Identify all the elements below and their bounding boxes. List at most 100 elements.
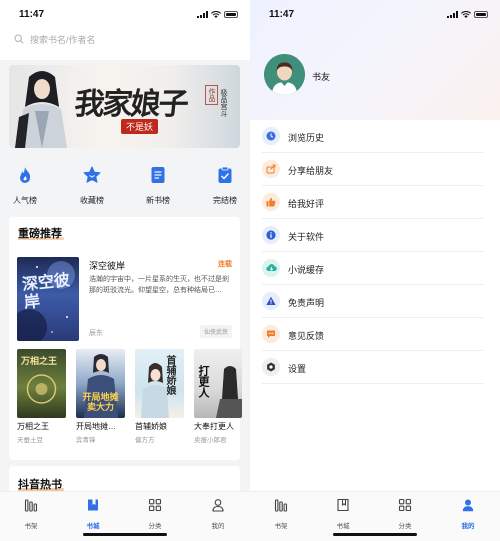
menu-item-share[interactable]: 分享给朋友 (262, 153, 484, 186)
menu-item-rate[interactable]: 给我好评 (262, 186, 484, 219)
quick-nav-new-books[interactable]: 新书榜 (138, 166, 178, 206)
tab-label: 书架 (274, 523, 288, 530)
book-cover-title: 打更人 (197, 365, 210, 398)
featured-book-title: 深空彼岸 (89, 261, 126, 271)
menu-item-cache[interactable]: 小说缓存 (262, 252, 484, 285)
featured-status-badge: 连载 (218, 261, 232, 268)
warning-icon (262, 292, 280, 310)
book-author: 偏方方 (135, 437, 155, 444)
flame-icon (20, 167, 31, 183)
thumbs-up-icon (262, 193, 280, 211)
book-cover: 万相之王 (17, 349, 66, 418)
user-icon (212, 499, 224, 512)
status-time: 11:47 (269, 9, 295, 20)
tab-bookshelf[interactable]: 书架 (11, 498, 51, 530)
share-icon (262, 160, 280, 178)
tab-bookstore[interactable]: 书城 (323, 498, 363, 530)
section-title: 抖音热书 (18, 479, 62, 491)
banner-side-text: 极品宫斗 (220, 89, 227, 117)
bottom-tab-bar: 书架 书城 分类 我的 (250, 491, 500, 541)
new-book-icon (151, 167, 165, 183)
menu-item-feedback[interactable]: 意见反馈 (262, 318, 484, 351)
menu-item-label: 小说缓存 (288, 265, 325, 275)
featured-book-genre-tag: 仙侠武侠 (199, 325, 232, 338)
tab-label: 书架 (24, 523, 38, 530)
menu-item-history[interactable]: 浏览历史 (262, 120, 484, 153)
tab-label: 分类 (148, 523, 162, 530)
menu-item-about[interactable]: 关于软件 (262, 219, 484, 252)
signal-icon (197, 11, 208, 18)
book-cover-title: 开局地摊卖大力 (82, 393, 119, 413)
home-indicator (333, 533, 417, 536)
tab-bookstore[interactable]: 书城 (73, 498, 113, 530)
avatar[interactable] (264, 54, 305, 95)
book-card[interactable]: 开局地摊卖大力 开局地摊… 弈青锋 (76, 349, 125, 444)
book-cover: 首辅娇娘 (135, 349, 184, 418)
book-title: 开局地摊… (76, 422, 116, 431)
grid-icon (148, 498, 162, 512)
tab-categories[interactable]: 分类 (385, 498, 425, 530)
tab-label: 我的 (211, 523, 225, 530)
section-title: 重磅推荐 (18, 228, 62, 240)
book-cover-title: 万相之王 (21, 357, 58, 367)
menu-item-label: 关于软件 (288, 232, 325, 242)
status-bar: 11:47 (0, 0, 250, 30)
quick-nav-label: 人气榜 (13, 196, 37, 205)
home-indicator (83, 533, 167, 536)
status-bar: 11:47 (250, 0, 500, 30)
tab-bookshelf[interactable]: 书架 (261, 498, 301, 530)
bookstore-icon (337, 498, 349, 512)
featured-cover-title: 深空彼岸 (21, 270, 71, 312)
tab-label: 分类 (398, 523, 412, 530)
book-card[interactable]: 首辅娇娘 首辅娇娘 偏方方 (135, 349, 184, 444)
bookshelf-icon (274, 499, 288, 512)
info-icon (262, 226, 280, 244)
featured-book-cover: 深空彼岸 (17, 257, 79, 341)
book-cover: 开局地摊卖大力 (76, 349, 125, 418)
bookstore-icon (88, 499, 98, 511)
promo-banner[interactable]: 我家娘子 不是妖 作品 极品宫斗 (9, 65, 240, 148)
tab-label: 书城 (336, 523, 350, 530)
status-time: 11:47 (19, 9, 45, 20)
banner-subtitle: 不是妖 (121, 119, 159, 134)
tab-label: 我的 (461, 523, 475, 530)
quick-nav-completed[interactable]: 完结榜 (205, 166, 245, 206)
book-title: 首辅娇娘 (135, 422, 167, 431)
profile-screen: 11:47 书友 浏览历史 分享给朋友 给我好评 关于软件 小说缓存 免责声明 … (250, 0, 500, 541)
book-card[interactable]: 万相之王 万相之王 天蚕土豆 (17, 349, 66, 444)
search-icon (14, 34, 24, 44)
bookshelf-icon (24, 499, 38, 512)
avatar-image (264, 54, 305, 95)
quick-nav-popular[interactable]: 人气榜 (5, 166, 45, 206)
book-author: 卖报小郎君 (194, 437, 227, 444)
banner-character-illustration (15, 71, 67, 148)
book-title: 大奉打更人 (194, 422, 234, 431)
battery-icon (224, 11, 238, 18)
menu-item-label: 浏览历史 (288, 133, 325, 143)
book-title: 万相之王 (17, 422, 49, 431)
quick-nav-label: 完结榜 (213, 196, 237, 205)
quick-nav-label: 收藏榜 (80, 196, 104, 205)
book-author: 弈青锋 (76, 437, 96, 444)
settings-icon (262, 358, 280, 376)
quick-nav-label: 新书榜 (146, 196, 170, 205)
tab-profile[interactable]: 我的 (448, 498, 488, 530)
tab-categories[interactable]: 分类 (135, 498, 175, 530)
clipboard-check-icon (218, 166, 232, 183)
battery-icon (474, 11, 488, 18)
book-grid: 万相之王 万相之王 天蚕土豆 开局地摊卖大力 开局地摊… 弈青锋 首辅娇娘 首辅… (17, 349, 242, 444)
menu-item-disclaimer[interactable]: 免责声明 (262, 285, 484, 318)
book-author: 天蚕土豆 (17, 437, 43, 444)
banner-title: 我家娘子 (72, 87, 189, 122)
search-input[interactable]: 搜索书名/作者名 (14, 31, 164, 47)
menu-item-label: 分享给朋友 (288, 166, 334, 176)
search-placeholder: 搜索书名/作者名 (30, 34, 96, 45)
menu-item-label: 给我好评 (288, 199, 325, 209)
tab-profile[interactable]: 我的 (198, 498, 238, 530)
quick-nav-favorites[interactable]: 收藏榜 (72, 166, 112, 206)
tab-label: 书城 (86, 523, 100, 530)
grid-icon (398, 498, 412, 512)
book-cover: 打更人 (194, 349, 242, 418)
menu-item-settings[interactable]: 设置 (262, 351, 484, 384)
book-card[interactable]: 打更人 大奉打更人 卖报小郎君 (194, 349, 242, 444)
